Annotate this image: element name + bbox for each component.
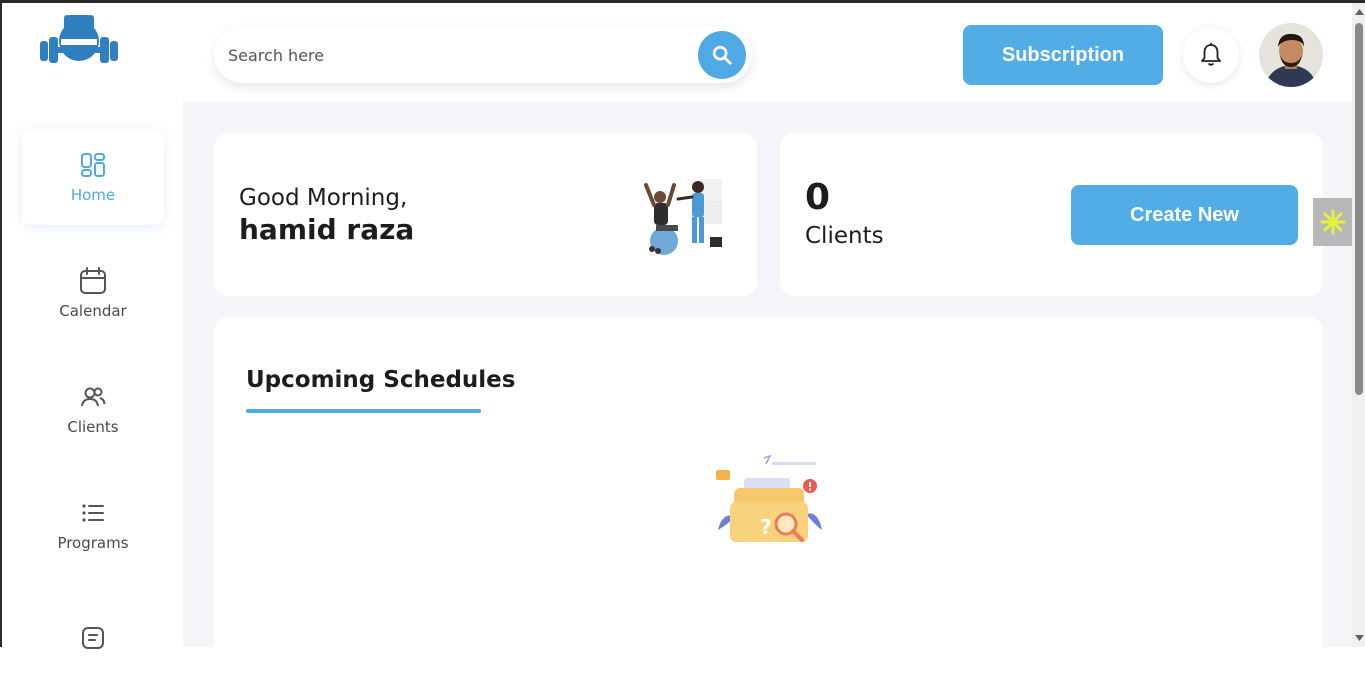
clients-card: 0 Clients Create New (780, 133, 1323, 296)
notifications-button[interactable] (1183, 27, 1239, 83)
search-icon (712, 45, 732, 65)
search-input[interactable] (228, 37, 688, 73)
section-title: Upcoming Schedules (246, 367, 516, 393)
sidebar-item-document[interactable] (22, 593, 164, 689)
user-avatar[interactable] (1259, 23, 1323, 87)
search-bar (214, 27, 752, 83)
users-icon (78, 382, 108, 412)
main-content: Good Morning, hamid raza 0 Clients Creat… (183, 101, 1352, 657)
sidebar-item-label: Home (70, 186, 116, 204)
scroll-up-arrow-icon[interactable] (1355, 7, 1364, 17)
vertical-scrollbar[interactable] (1352, 3, 1365, 647)
dashboard-icon (78, 150, 108, 180)
sidebar-item-label: Clients (67, 418, 119, 436)
subscription-button[interactable]: Subscription (963, 25, 1163, 85)
sidebar-item-clients[interactable]: Clients (22, 361, 164, 457)
clients-count: 0 (805, 177, 831, 218)
sidebar: Home Calendar Clients Programs (2, 101, 183, 649)
workout-illustration-icon (632, 169, 732, 259)
title-underline (246, 409, 481, 413)
greeting-text: Good Morning, (239, 185, 408, 211)
clients-label: Clients (805, 223, 884, 249)
scrollbar-thumb[interactable] (1355, 23, 1363, 395)
top-header: Subscription (2, 3, 1352, 101)
sidebar-item-home[interactable]: Home (22, 129, 164, 225)
bell-icon (1201, 43, 1221, 66)
search-button[interactable] (698, 31, 746, 79)
sidebar-item-calendar[interactable]: Calendar (22, 245, 164, 341)
sparkle-icon (1320, 209, 1346, 235)
sidebar-item-label: Calendar (59, 302, 127, 320)
list-icon (78, 498, 108, 528)
user-name: hamid raza (239, 213, 415, 246)
greeting-card: Good Morning, hamid raza (214, 133, 757, 296)
create-new-button[interactable]: Create New (1071, 185, 1298, 245)
sidebar-item-programs[interactable]: Programs (22, 477, 164, 573)
upcoming-schedules-card: Upcoming Schedules ? (214, 317, 1323, 657)
floating-widget-button[interactable] (1313, 198, 1353, 246)
calendar-icon (78, 266, 108, 296)
empty-folder-illustration-icon: ? (714, 452, 826, 552)
document-icon (78, 623, 108, 653)
sidebar-item-label: Programs (57, 534, 129, 552)
kettlebell-logo-icon[interactable] (36, 9, 122, 67)
app-frame: Subscription (0, 0, 1365, 657)
svg-text:?: ? (760, 515, 772, 539)
scroll-down-arrow-icon[interactable] (1355, 633, 1364, 643)
